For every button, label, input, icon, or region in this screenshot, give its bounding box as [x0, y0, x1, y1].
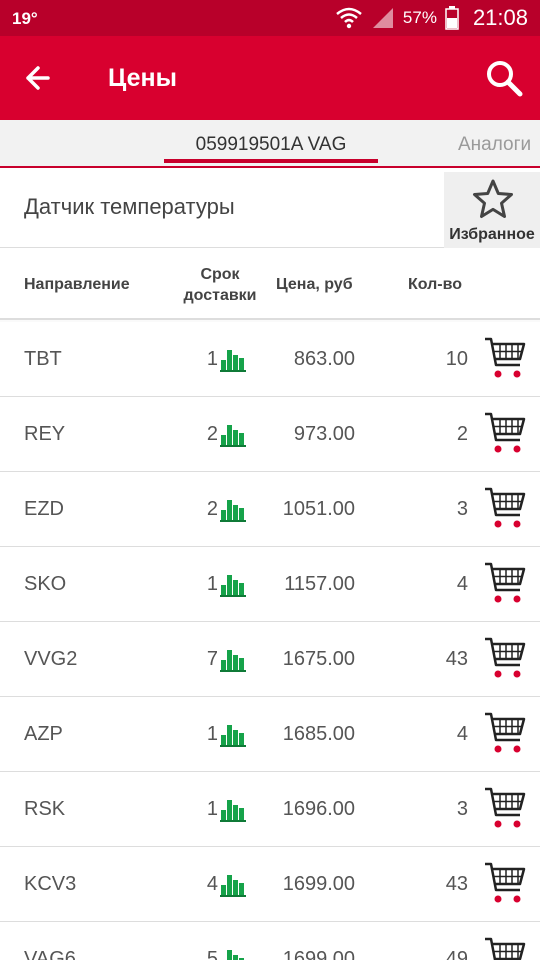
tab-indicator	[164, 159, 378, 163]
shopping-cart-icon[interactable]	[484, 484, 526, 532]
row-price: 863.00	[293, 348, 355, 370]
shopping-cart-icon[interactable]	[484, 859, 526, 907]
table-row[interactable]: EZD 2 1051.00 3	[0, 472, 540, 547]
shopping-cart-icon[interactable]	[484, 709, 526, 757]
table-row[interactable]: SKO 1 1157.00 4	[0, 547, 540, 622]
arrow-left-icon[interactable]	[18, 58, 58, 98]
header-delivery: Срок доставки	[164, 264, 276, 306]
product-name: Датчик температуры	[24, 194, 235, 219]
row-delivery-days: 1	[206, 348, 218, 370]
header-delivery-line1: Срок	[200, 266, 240, 283]
bar-chart-icon[interactable]	[220, 346, 246, 372]
row-price: 1051.00	[282, 498, 355, 520]
row-price: 1699.00	[282, 948, 355, 960]
bar-chart-icon[interactable]	[220, 421, 246, 447]
table-row[interactable]: AZP 1 1685.00 4	[0, 697, 540, 772]
bar-chart-icon[interactable]	[220, 796, 246, 822]
shopping-cart-icon[interactable]	[484, 409, 526, 457]
app-bar: Цены	[0, 36, 540, 120]
header-price: Цена, руб	[276, 276, 353, 293]
table-header: Направление Срок доставки Цена, руб Кол-…	[0, 248, 540, 320]
bar-chart-icon[interactable]	[220, 571, 246, 597]
bar-chart-icon[interactable]	[220, 646, 246, 672]
table-row[interactable]: VAG6 5 1699.00 49	[0, 922, 540, 960]
row-direction: KCV3	[24, 873, 77, 895]
row-direction: VVG2	[24, 648, 78, 670]
row-direction: AZP	[24, 723, 63, 745]
bar-chart-icon[interactable]	[220, 946, 246, 960]
bar-chart-icon[interactable]	[220, 496, 246, 522]
tab-bar: 059919501A VAG Аналоги	[0, 120, 540, 168]
row-delivery-days: 1	[206, 573, 218, 595]
row-direction: SKO	[24, 573, 67, 595]
row-qty: 3	[456, 498, 468, 520]
table-row[interactable]: KCV3 4 1699.00 43	[0, 847, 540, 922]
tab-analogs[interactable]: Аналоги	[458, 134, 531, 156]
row-qty: 10	[445, 348, 468, 370]
table-row[interactable]: VVG2 7 1675.00 43	[0, 622, 540, 697]
table-row[interactable]: TBT 1 863.00 10	[0, 322, 540, 397]
shopping-cart-icon[interactable]	[484, 559, 526, 607]
row-price: 1696.00	[282, 798, 355, 820]
shopping-cart-icon[interactable]	[484, 934, 526, 960]
row-qty: 49	[445, 948, 468, 960]
price-list: TBT 1 863.00 10 REY 2 973.00 2 EZD 2 105…	[0, 322, 540, 960]
row-qty: 4	[456, 573, 468, 595]
search-icon[interactable]	[482, 56, 526, 100]
row-price: 1157.00	[284, 573, 355, 595]
shopping-cart-icon[interactable]	[484, 634, 526, 682]
row-direction: VAG6	[24, 948, 76, 960]
favorite-label: Избранное	[449, 226, 535, 243]
status-temperature: 19°	[12, 9, 38, 28]
signal-icon	[372, 8, 393, 28]
header-direction: Направление	[24, 276, 130, 293]
row-delivery-days: 7	[206, 648, 218, 670]
row-qty: 3	[456, 798, 468, 820]
row-delivery-days: 5	[206, 948, 218, 960]
row-price: 973.00	[293, 423, 355, 445]
table-row[interactable]: REY 2 973.00 2	[0, 397, 540, 472]
header-delivery-line2: доставки	[183, 287, 257, 304]
page-title: Цены	[108, 64, 177, 92]
favorite-button[interactable]: Избранное	[444, 172, 540, 248]
shopping-cart-icon[interactable]	[484, 334, 526, 382]
shopping-cart-icon[interactable]	[484, 784, 526, 832]
header-qty: Кол-во	[408, 276, 463, 293]
status-bar: 19° 57% 21:08	[0, 0, 540, 36]
row-delivery-days: 2	[206, 498, 218, 520]
status-time: 21:08	[472, 5, 528, 30]
row-qty: 4	[456, 723, 468, 745]
row-delivery-days: 1	[206, 798, 218, 820]
row-qty: 2	[456, 423, 468, 445]
battery-icon	[445, 6, 459, 30]
row-price: 1675.00	[282, 648, 355, 670]
bar-chart-icon[interactable]	[220, 721, 246, 747]
row-direction: EZD	[24, 498, 64, 520]
row-direction: RSK	[24, 798, 66, 820]
row-qty: 43	[445, 873, 468, 895]
bar-chart-icon[interactable]	[220, 871, 246, 897]
star-outline-icon	[473, 179, 513, 218]
row-price: 1699.00	[282, 873, 355, 895]
row-delivery-days: 4	[206, 873, 218, 895]
battery-percent: 57%	[402, 8, 437, 27]
wifi-icon	[336, 7, 362, 29]
table-row[interactable]: RSK 1 1696.00 3	[0, 772, 540, 847]
row-qty: 43	[445, 648, 468, 670]
row-direction: REY	[24, 423, 66, 445]
row-delivery-days: 2	[206, 423, 218, 445]
product-header: Датчик температуры Избранное	[0, 168, 540, 248]
row-direction: TBT	[24, 348, 62, 370]
row-price: 1685.00	[282, 723, 355, 745]
row-delivery-days: 1	[206, 723, 218, 745]
